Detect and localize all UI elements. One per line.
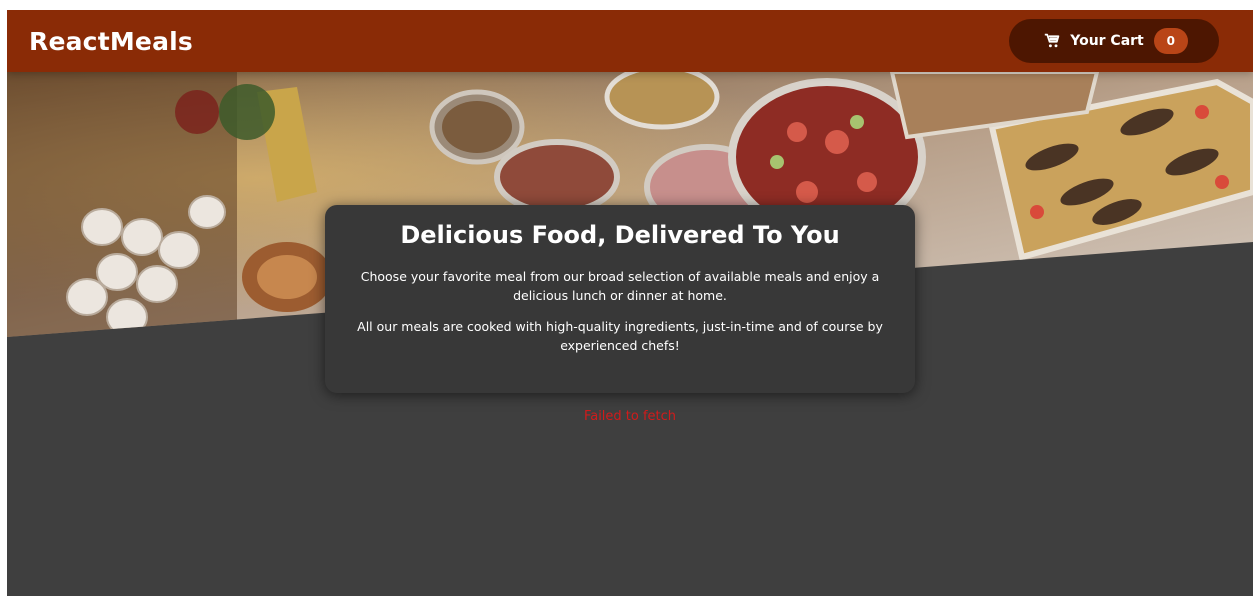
cart-button[interactable]: Your Cart 0	[1009, 19, 1219, 63]
cart-icon	[1044, 33, 1060, 49]
summary-paragraph: Choose your favorite meal from our broad…	[360, 269, 880, 303]
main-header: ReactMeals Your Cart 0	[7, 10, 1253, 72]
meals-summary-card: Delicious Food, Delivered To You Choose …	[325, 205, 915, 393]
meals-error-message: Failed to fetch	[583, 409, 677, 424]
summary-heading: Delicious Food, Delivered To You	[400, 221, 840, 249]
app-title: ReactMeals	[29, 26, 193, 56]
summary-paragraph: All our meals are cooked with high-quali…	[357, 319, 883, 353]
cart-label: Your Cart	[1070, 33, 1144, 49]
app-frame: ReactMeals Your Cart 0 Delicious Food, D…	[7, 10, 1253, 596]
cart-count-badge: 0	[1153, 28, 1188, 54]
